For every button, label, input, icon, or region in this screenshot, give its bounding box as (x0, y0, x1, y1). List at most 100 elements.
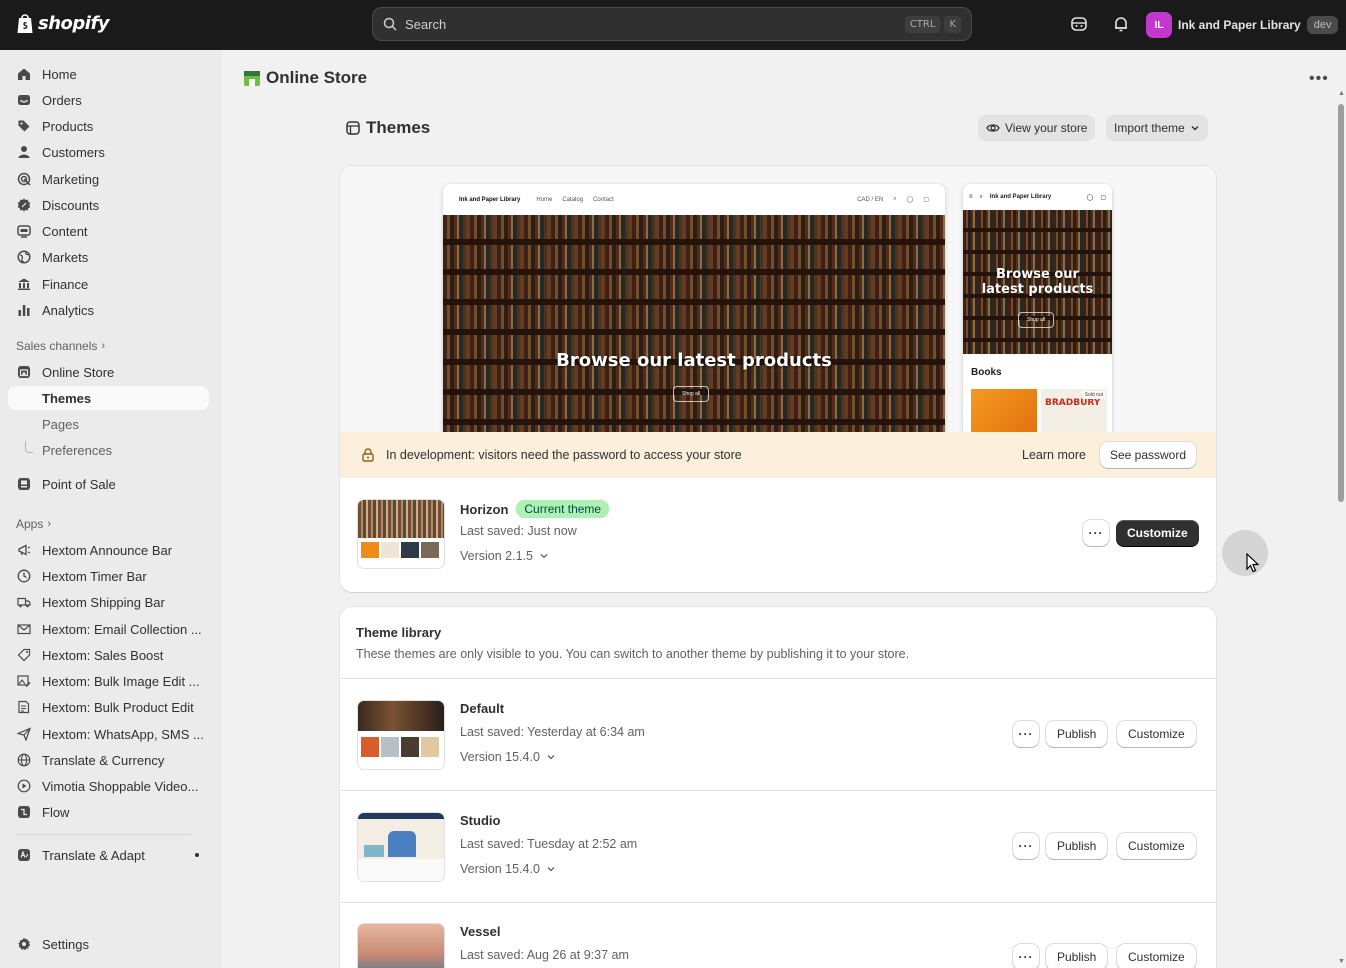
horizon-thumbnail[interactable] (358, 500, 444, 568)
sidebar-item-preferences[interactable]: Preferences (8, 438, 209, 462)
apps-heading[interactable]: Apps › (16, 517, 51, 531)
publish-button[interactable]: Publish (1046, 833, 1108, 859)
sidebar-app-hextom-announce-bar[interactable]: Hextom Announce Bar (8, 538, 209, 562)
import-theme-button[interactable]: Import theme (1106, 115, 1208, 141)
sidebar-item-label: Vimotia Shoppable Video... (42, 778, 199, 794)
theme-version[interactable]: Version 15.4.0 (460, 750, 556, 764)
see-password-button[interactable]: See password (1099, 442, 1196, 468)
theme-last-saved: Last saved: Just now (460, 524, 577, 538)
theme-actions-button[interactable]: ··· (1013, 721, 1039, 747)
translate-icon (16, 847, 32, 863)
sidebar-app-hextom-shipping-bar[interactable]: Hextom Shipping Bar (8, 590, 209, 614)
sidebar-item-online-store[interactable]: Online Store (8, 360, 209, 384)
sidekick-icon[interactable] (1070, 15, 1088, 33)
sidebar-item-finance[interactable]: Finance (8, 272, 209, 296)
store-avatar: IL (1146, 12, 1172, 38)
mobile-preview-header: ≡ ⌕ Ink and Paper Library ◯ ▢ (963, 184, 1112, 210)
sidebar-item-marketing[interactable]: Marketing (8, 167, 209, 191)
sidebar-item-label: Point of Sale (42, 476, 116, 492)
preview-currency: CAD / EN (857, 196, 884, 203)
dev-store-banner: In development: visitors need the passwo… (340, 432, 1216, 478)
sidebar-app-vimotia-shoppable-video[interactable]: Vimotia Shoppable Video... (8, 774, 209, 798)
sidebar-app-flow[interactable]: Flow (8, 800, 209, 824)
sidebar-item-label: Hextom Shipping Bar (42, 594, 165, 610)
sidebar-item-orders[interactable]: Orders (8, 88, 209, 112)
preview-shop-all: Shop all (673, 386, 710, 402)
customize-button[interactable]: Customize (1117, 944, 1196, 968)
publish-button[interactable]: Publish (1046, 721, 1108, 747)
view-store-button[interactable]: View your store (978, 115, 1096, 141)
theme-actions-button[interactable]: ··· (1013, 833, 1039, 859)
sidebar-item-customers[interactable]: Customers (8, 140, 209, 164)
scrollbar[interactable] (1336, 100, 1346, 968)
lock-icon (362, 448, 374, 462)
sidebar-item-point-of-sale[interactable]: Point of Sale (8, 472, 209, 496)
theme-version[interactable]: Version 2.1.5 (460, 549, 549, 563)
sidebar-item-content[interactable]: Content (8, 219, 209, 243)
sidebar-app-hextom-sales-boost[interactable]: Hextom: Sales Boost (8, 643, 209, 667)
default-thumbnail[interactable] (358, 701, 444, 769)
banner-message: In development: visitors need the passwo… (386, 448, 742, 462)
learn-more-link[interactable]: Learn more (1022, 448, 1086, 462)
sidebar-item-label: Hextom: Bulk Product Edit (42, 699, 194, 715)
scroll-up-arrow[interactable]: ▲ (1338, 90, 1345, 97)
mobile-preview[interactable]: ≡ ⌕ Ink and Paper Library ◯ ▢ Browse our… (963, 184, 1112, 436)
sidebar-item-products[interactable]: Products (8, 114, 209, 138)
apps-label: Apps (16, 517, 44, 531)
theme-name: Vessel (460, 924, 501, 939)
theme-preview: Ink and Paper Library Home Catalog Conta… (340, 166, 1216, 436)
preview-nav-catalog: Catalog (562, 196, 584, 203)
customize-button[interactable]: Customize (1116, 520, 1199, 546)
store-switcher[interactable]: IL Ink and Paper Library dev (1146, 11, 1339, 39)
search-input[interactable]: Search CTRL K (372, 7, 972, 41)
sidebar-app-hextom-bulk-product-edit[interactable]: Hextom: Bulk Product Edit (8, 695, 209, 719)
view-store-label: View your store (1005, 121, 1088, 135)
theme-last-saved: Last saved: Yesterday at 6:34 am (460, 725, 645, 739)
sidebar-app-hextom-whatsapp-sms[interactable]: Hextom: WhatsApp, SMS ... (8, 722, 209, 746)
sidebar-item-label: Translate & Adapt (42, 847, 145, 863)
customize-button[interactable]: Customize (1117, 833, 1196, 859)
vessel-thumbnail[interactable] (358, 924, 444, 968)
sidebar-item-settings[interactable]: Settings (8, 932, 209, 956)
books-heading: Books (971, 367, 1002, 378)
shopify-wordmark: shopify (38, 12, 110, 34)
sidebar-app-hextom-timer-bar[interactable]: Hextom Timer Bar (8, 564, 209, 588)
theme-actions-button[interactable]: ··· (1013, 944, 1039, 968)
more-actions-icon[interactable]: ••• (1309, 70, 1329, 88)
customize-button[interactable]: Customize (1117, 721, 1196, 747)
sidebar-app-hextom-email-collection[interactable]: Hextom: Email Collection ... (8, 617, 209, 641)
sidebar-item-home[interactable]: Home (8, 62, 209, 86)
scrollbar-thumb[interactable] (1338, 104, 1344, 502)
sidebar-app-translate-currency[interactable]: Translate & Currency (8, 748, 209, 772)
import-theme-label: Import theme (1114, 121, 1185, 135)
preview-hero-text: Browse our latest products (556, 350, 832, 371)
theme-name: Default (460, 701, 504, 716)
sidebar-item-label: Hextom: Bulk Image Edit ... (42, 673, 200, 689)
sidebar-item-themes[interactable]: Themes (8, 386, 209, 410)
eye-icon (986, 124, 1000, 132)
sidebar-app-translate-adapt[interactable]: Translate & Adapt (8, 843, 209, 867)
theme-version[interactable]: Version 15.4.0 (460, 862, 556, 876)
theme-library-description: These themes are only visible to you. Yo… (356, 647, 910, 661)
theme-actions-button[interactable]: ··· (1083, 520, 1109, 546)
studio-thumbnail[interactable] (358, 813, 444, 881)
sales-channels-heading[interactable]: Sales channels › (16, 339, 105, 353)
mobile-store-name: Ink and Paper Library (989, 194, 1052, 200)
sidebar-item-analytics[interactable]: Analytics (8, 298, 209, 322)
sidebar-item-label: Hextom: Email Collection ... (42, 621, 202, 637)
publish-button[interactable]: Publish (1046, 944, 1108, 968)
desktop-preview[interactable]: Ink and Paper Library Home Catalog Conta… (443, 184, 945, 436)
store-icon (16, 364, 32, 380)
scroll-down-arrow[interactable]: ▼ (1338, 958, 1345, 965)
preview-search-icon: ⌕ (979, 193, 983, 200)
sidebar-divider (16, 834, 191, 835)
sidebar-item-discounts[interactable]: Discounts (8, 193, 209, 217)
sidebar-item-markets[interactable]: Markets (8, 245, 209, 269)
sidebar-item-label: Settings (42, 936, 89, 952)
sidebar-item-pages[interactable]: Pages (8, 412, 209, 436)
preview-account-icon: ◯ (906, 197, 914, 203)
sidebar-item-label: Customers (42, 144, 105, 160)
bell-icon[interactable] (1112, 15, 1130, 33)
sidebar-app-hextom-bulk-image-edit[interactable]: Hextom: Bulk Image Edit ... (8, 669, 209, 693)
shopify-logo[interactable]: shopify (16, 12, 110, 34)
